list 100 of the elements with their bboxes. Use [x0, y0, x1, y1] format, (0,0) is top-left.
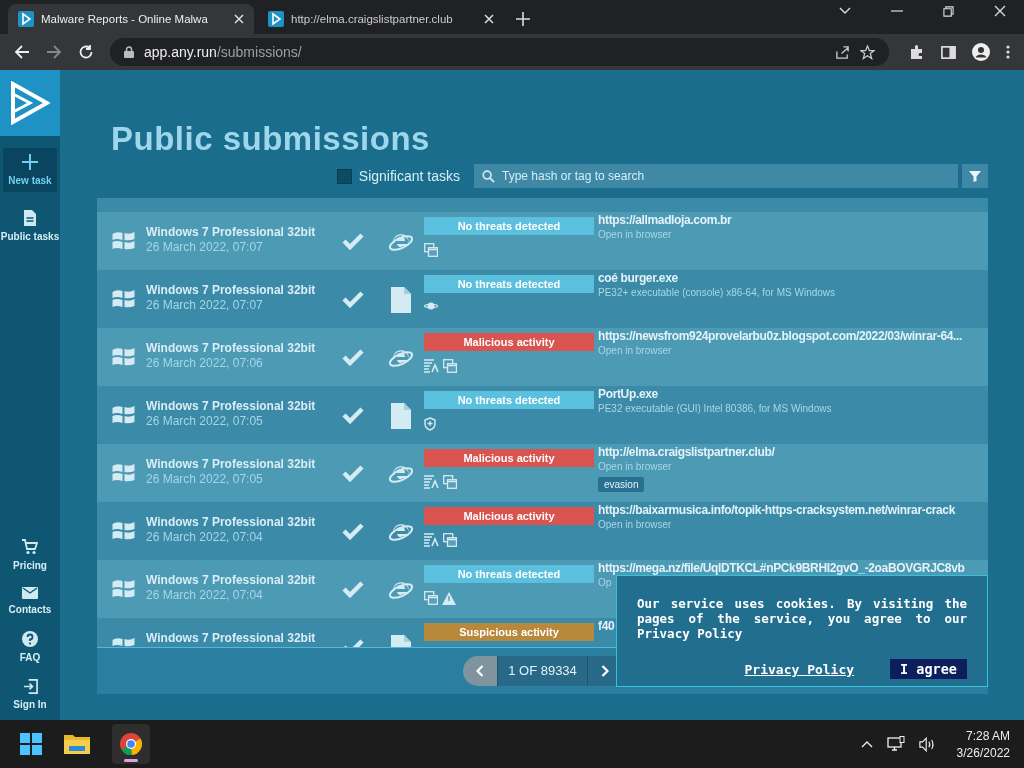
shield-icon	[424, 417, 436, 431]
star-icon[interactable]	[860, 44, 875, 60]
task-row[interactable]: Windows 7 Professional 32bit 26 March 2022, 07:04 Malicious activity https://baixarmusica.info/topik-https-cracksystem.net/winrar-crack Open in browser	[97, 502, 988, 560]
play-logo-icon	[10, 81, 50, 125]
verdict-badge: Suspicious activity	[424, 623, 594, 641]
task-date: 26 March 2022, 07:05	[146, 414, 264, 428]
windows-flag-icon	[111, 578, 136, 600]
cart-icon	[22, 539, 38, 555]
document-icon	[24, 210, 36, 226]
tag-chip[interactable]: evasion	[598, 477, 645, 492]
task-date: 26 March 2022, 07:07	[146, 240, 264, 254]
sidebar-item[interactable]: Sign In	[3, 673, 57, 716]
submission-name[interactable]: f40	[598, 620, 615, 633]
windows-flag-icon	[111, 462, 136, 484]
planet-icon	[424, 301, 438, 311]
url-text: app.any.run/submissions/	[144, 44, 302, 60]
os-name: Windows 7 Professional 32bit	[146, 341, 317, 355]
play-logo-icon	[18, 11, 34, 27]
windows-stack-icon	[443, 359, 457, 373]
chevron-down-icon[interactable]	[839, 7, 851, 15]
windows-stack-icon	[424, 243, 438, 257]
task-row[interactable]: Windows 7 Professional 32bit 26 March 2022, 07:05 No threats detected PortUp.exe PE32 executable (GUI) Intel 80386, for MS Windows	[97, 386, 988, 444]
file-icon	[388, 403, 414, 429]
agree-button[interactable]: I agree	[890, 659, 967, 679]
submission-name[interactable]: https://mega.nz/file/UqlDTKCL#nPCk9BRHI2gvO_-2oaBOVGRJC8vb	[598, 562, 965, 575]
verdict-badge: Malicious activity	[424, 449, 594, 467]
back-arrow-icon[interactable]	[14, 44, 30, 60]
os-name: Windows 7 Professional 32bit	[146, 573, 317, 587]
speaker-icon[interactable]	[918, 736, 937, 752]
browser-tab[interactable]: http://elma.craigslistpartner.club	[258, 4, 504, 34]
windows-start-icon[interactable]	[20, 733, 42, 755]
os-name: Windows 7 Professional 32bit	[146, 457, 317, 471]
clock-time[interactable]: 7:28 AM	[965, 728, 1010, 743]
page-title: Public submissions	[111, 120, 431, 158]
submission-name[interactable]: http://elma.craigslistpartner.club/	[598, 446, 775, 459]
task-row[interactable]: Windows 7 Professional 32bit 26 March 2022, 07:07 No threats detected https://allmadloja.com.br Open in browser	[97, 212, 988, 270]
script-icon	[424, 533, 439, 547]
checkmark-icon	[342, 464, 364, 482]
sidebar-item[interactable]: FAQ	[3, 625, 57, 669]
restore-icon[interactable]	[943, 5, 954, 17]
clock-date[interactable]: 3/26/2022	[956, 745, 1010, 760]
file-info: Open in browser	[598, 345, 672, 356]
os-name: Windows 7 Professional 32bit	[146, 283, 317, 297]
play-logo-icon	[268, 11, 284, 27]
windows-stack-icon	[424, 591, 438, 605]
filter-button[interactable]	[962, 164, 988, 188]
sidebar-item[interactable]: New task	[3, 148, 57, 192]
share-icon[interactable]	[835, 44, 850, 60]
previous-page-button[interactable]	[463, 656, 498, 686]
file-info: PE32+ executable (console) x86-64, for MS Windows	[598, 287, 836, 298]
checkmark-icon	[342, 290, 364, 308]
close-icon[interactable]	[484, 14, 494, 24]
submission-name[interactable]: PortUp.exe	[598, 388, 658, 401]
os-name: Windows 7 Professional 32bit	[146, 515, 317, 529]
task-row[interactable]: Windows 7 Professional 32bit 26 March 2022, 07:06 Malicious activity https://newsfrom924provelarbu0z.blogspot.com/2022/03/winrar-64... Open in browser	[97, 328, 988, 386]
browser-taskbar-button[interactable]	[112, 724, 150, 764]
checkbox[interactable]	[336, 168, 352, 184]
browser-logo-icon	[119, 732, 143, 756]
privacy-policy-link[interactable]: Privacy Policy	[744, 661, 855, 677]
close-icon[interactable]	[234, 14, 244, 24]
verdict-badge: No threats detected	[424, 275, 594, 293]
sidebar-item[interactable]: Contacts	[3, 581, 57, 621]
mail-icon	[22, 587, 38, 599]
chevron-right-icon	[600, 665, 609, 677]
sidebar-item[interactable]: Pricing	[3, 533, 57, 577]
sidebar-item[interactable]: Public tasks	[3, 204, 57, 248]
monitor-icon[interactable]	[886, 736, 905, 752]
browser-tab[interactable]: Malware Reports - Online Malwa	[8, 4, 254, 34]
task-row[interactable]: Windows 7 Professional 32bit 26 March 2022, 07:05 Malicious activity http://elma.craigslistpartner.club/ Open in browser evasion	[97, 444, 988, 502]
filter-icon	[969, 170, 981, 182]
verdict-badge: No threats detected	[424, 217, 594, 235]
chevron-up-icon[interactable]	[860, 740, 873, 748]
forward-arrow-icon[interactable]	[46, 44, 62, 60]
verdict-badge: No threats detected	[424, 391, 594, 409]
search-field[interactable]: Type hash or tag to search	[474, 164, 958, 188]
file-icon	[388, 287, 414, 313]
submission-name[interactable]: https://newsfrom924provelarbu0z.blogspot.com/2022/03/winrar-64...	[598, 330, 963, 343]
submission-name[interactable]: https://baixarmusica.info/topik-https-cracksystem.net/winrar-crack	[598, 504, 955, 517]
search-icon	[482, 170, 495, 183]
puzzle-icon[interactable]	[909, 44, 925, 60]
checkmark-icon	[342, 406, 364, 424]
significant-checkbox[interactable]: Significant tasks	[336, 168, 460, 184]
logo-panel[interactable]	[0, 70, 60, 136]
windows-flag-icon	[111, 230, 136, 252]
chevron-left-icon	[476, 665, 485, 677]
submission-name[interactable]: https://allmadloja.com.br	[598, 214, 732, 227]
task-row[interactable]: Windows 7 Professional 32bit 26 March 2022, 07:07 No threats detected coé burger.exe PE32+ executable (console) x86-64, for MS Windows	[97, 270, 988, 328]
address-field[interactable]: app.any.run/submissions/	[110, 38, 889, 66]
sidebar-icon[interactable]	[941, 44, 956, 60]
profile-icon[interactable]	[972, 43, 990, 61]
reload-icon[interactable]	[78, 44, 94, 60]
submission-name[interactable]: coé burger.exe	[598, 272, 678, 285]
checkmark-icon	[342, 522, 364, 540]
windows-flag-icon	[111, 404, 136, 426]
lock-icon	[124, 46, 134, 58]
close-icon[interactable]	[994, 5, 1006, 17]
more-icon[interactable]	[1006, 44, 1010, 60]
plus-icon[interactable]	[516, 12, 530, 26]
folder-icon[interactable]	[64, 733, 90, 755]
page-indicator: 1 OF 89334	[497, 656, 588, 686]
